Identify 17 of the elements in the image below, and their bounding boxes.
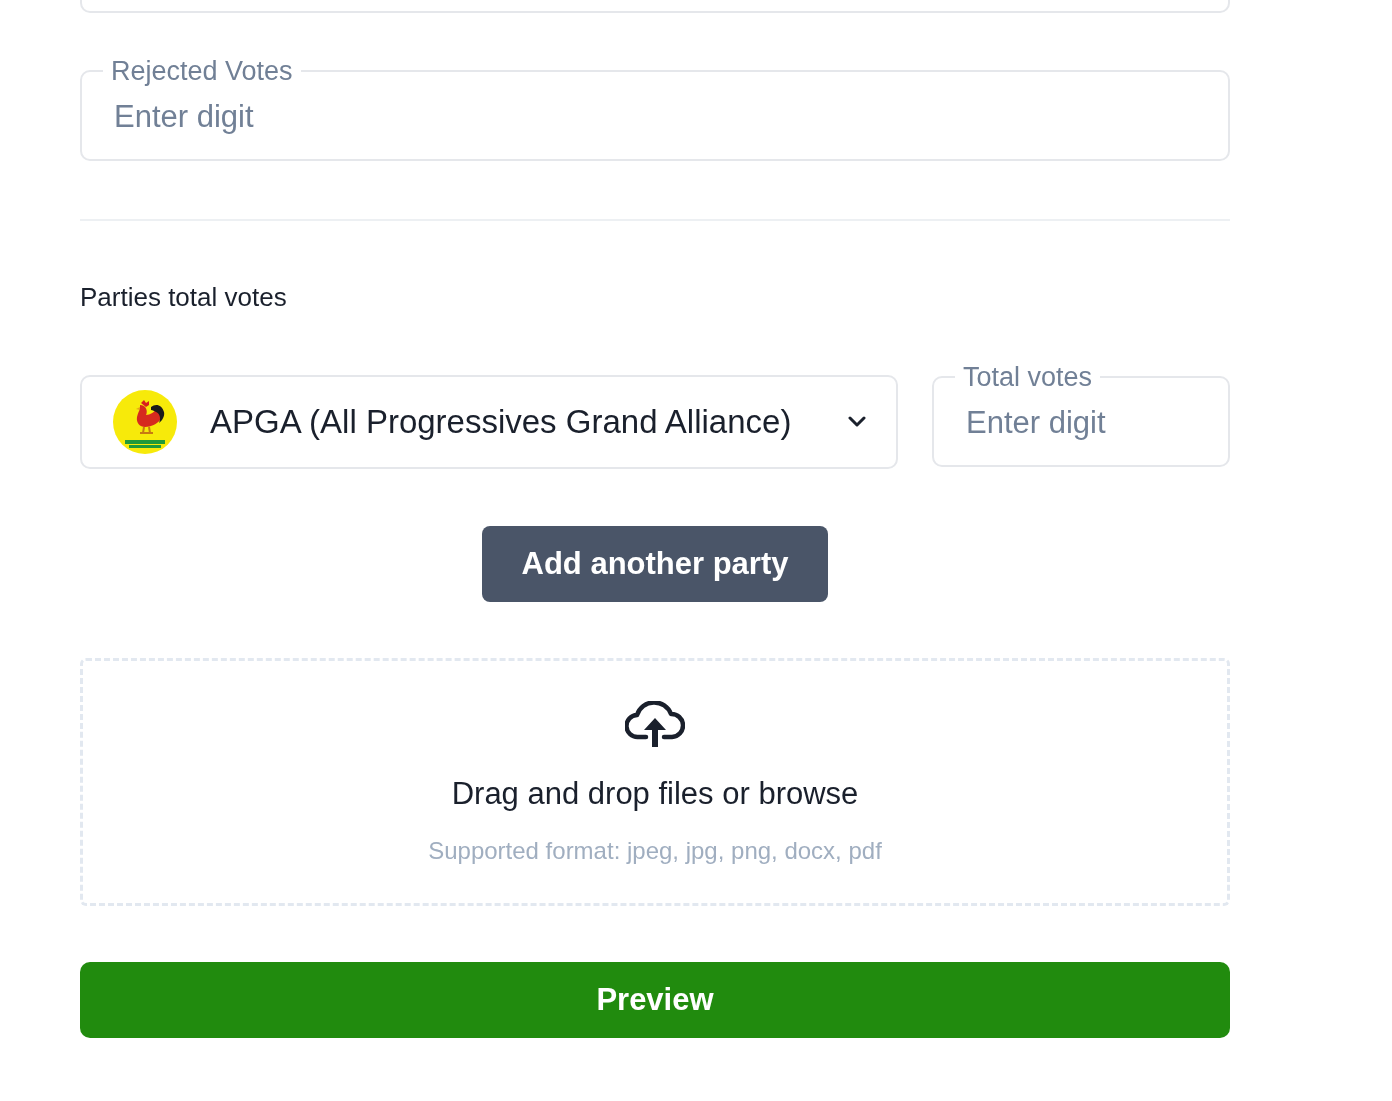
- field-label: Total votes: [962, 363, 1094, 391]
- field-label: Rejected Votes: [110, 57, 294, 85]
- text-input[interactable]: Enter digit: [955, 391, 1207, 455]
- party-select[interactable]: APGA (All Progressives Grand Alliance): [80, 375, 898, 469]
- input-field[interactable]: [80, 0, 1230, 13]
- input-field[interactable]: Total votes Enter digit: [932, 363, 1230, 467]
- file-drop-zone[interactable]: Drag and drop files or browse Supported format: jpeg, jpg, png, docx, pdf: [80, 658, 1230, 906]
- cloud-upload-icon: [625, 701, 685, 747]
- supported-formats-text: Supported format: jpeg, jpg, png, docx, pdf: [428, 836, 882, 866]
- chevron-down-icon: [848, 416, 866, 428]
- section-heading: Parties total votes: [80, 281, 288, 313]
- add-party-button[interactable]: Add another party: [482, 526, 828, 602]
- text-input[interactable]: Enter digit: [103, 85, 1207, 149]
- input-field[interactable]: Rejected Votes Enter digit: [80, 57, 1230, 161]
- upload-prompt: Drag and drop files or browse: [451, 775, 859, 813]
- preview-button[interactable]: Preview: [80, 962, 1230, 1038]
- rooster-logo-icon: [113, 390, 177, 454]
